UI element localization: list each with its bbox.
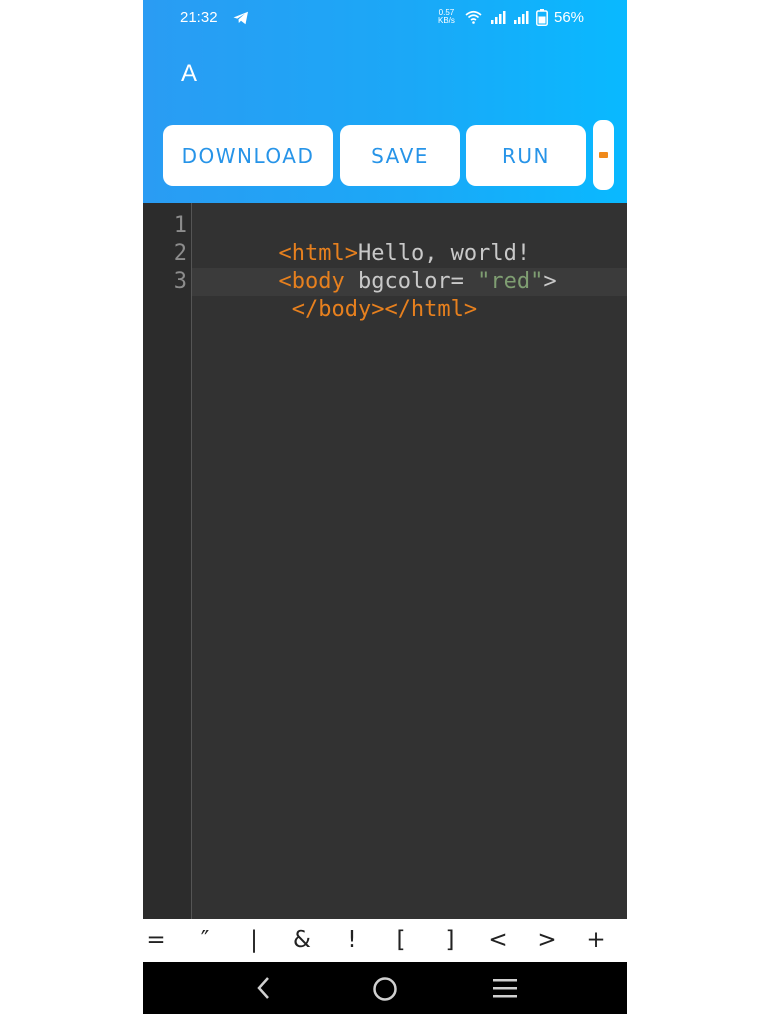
navigation-bar: [143, 962, 627, 1014]
battery-icon: [536, 9, 548, 26]
telegram-icon: [233, 11, 248, 25]
save-button[interactable]: SAVE: [340, 125, 460, 186]
symbol-key-greater-than[interactable]: >: [535, 927, 559, 953]
line-number-gutter: 1 2 3: [143, 203, 192, 919]
symbol-key-exclamation[interactable]: !: [340, 927, 364, 953]
line-number: 2: [173, 241, 187, 266]
more-options-icon: [599, 152, 608, 158]
symbol-key-pipe[interactable]: |: [242, 927, 266, 953]
symbol-key-less-than[interactable]: <: [486, 927, 510, 953]
line-number: 1: [173, 213, 187, 238]
back-icon[interactable]: [254, 976, 274, 1000]
status-bar: 21:32 0.57 KB/s 56%: [143, 0, 627, 36]
phone-screen: 21:32 0.57 KB/s 56% A DOWNLOAD SAVE RUN …: [143, 0, 627, 1014]
status-time: 21:32: [180, 9, 218, 26]
run-button[interactable]: RUN: [466, 125, 586, 186]
more-button[interactable]: [593, 120, 614, 190]
line-number: 3: [173, 269, 187, 294]
symbol-key-close-bracket[interactable]: ]: [438, 927, 462, 953]
app-title: A: [181, 60, 198, 87]
symbol-key-equals[interactable]: =: [144, 927, 168, 953]
code-editor[interactable]: 1 2 3 <html>Hello, world! <body bgcolor=…: [143, 203, 627, 919]
code-line[interactable]: </body></html>: [199, 268, 477, 352]
recent-apps-icon[interactable]: [492, 977, 518, 999]
symbol-key-quote[interactable]: ″: [193, 927, 217, 953]
code-token-string: "red": [477, 269, 544, 294]
wifi-icon: [465, 10, 482, 24]
signal-strength-icon: [514, 11, 529, 24]
network-speed-unit: KB/s: [438, 16, 455, 25]
symbol-bar: = ″ | & ! [ ] < > +: [143, 919, 627, 962]
network-speed: 0.57 KB/s: [438, 9, 455, 25]
download-button[interactable]: DOWNLOAD: [163, 125, 333, 186]
code-token-tag: </body></html>: [278, 297, 478, 322]
battery-percentage: 56%: [554, 9, 585, 26]
symbol-key-plus[interactable]: +: [584, 927, 608, 953]
app-bar: 21:32 0.57 KB/s 56% A DOWNLOAD SAVE RUN: [143, 0, 627, 203]
symbol-key-ampersand[interactable]: &: [290, 927, 314, 953]
home-icon[interactable]: [372, 976, 398, 1002]
code-token-text: >: [543, 269, 557, 294]
symbol-key-open-bracket[interactable]: [: [389, 927, 413, 953]
signal-strength-icon: [491, 11, 506, 24]
